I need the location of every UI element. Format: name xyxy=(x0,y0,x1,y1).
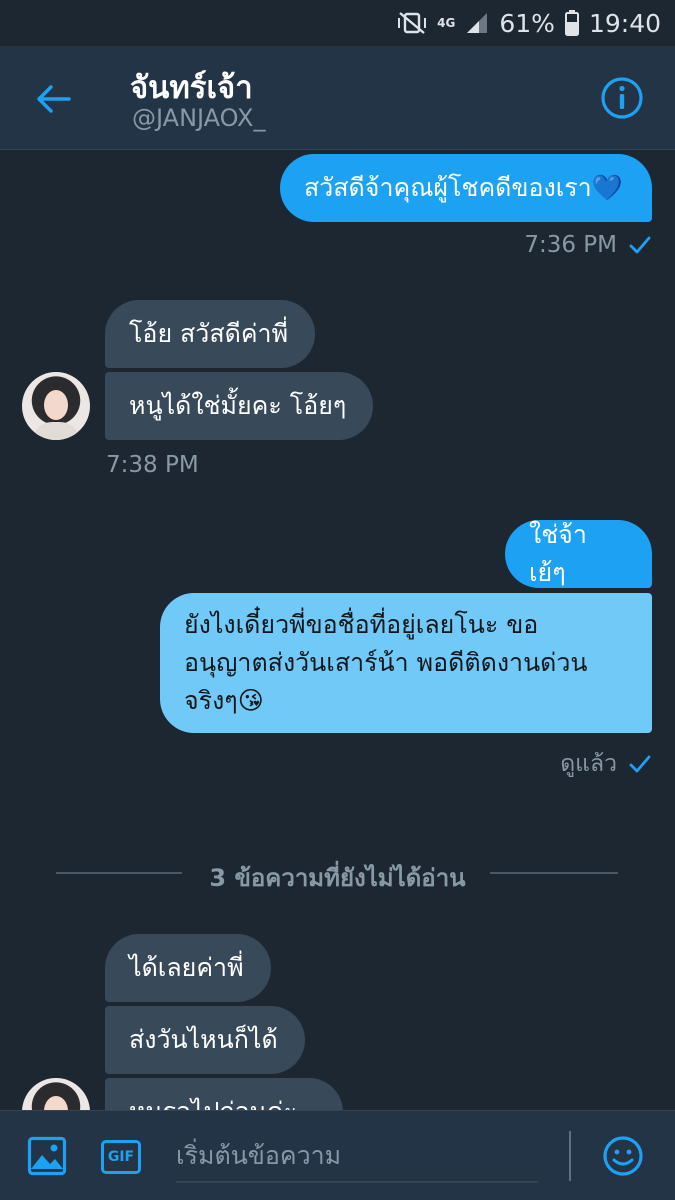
battery-icon xyxy=(564,10,579,36)
battery-percent: 61% xyxy=(499,8,555,38)
message-text: หนูรอไปก่อนค่ะ xyxy=(129,1093,297,1110)
gif-icon: GIF xyxy=(101,1140,141,1174)
incoming-message[interactable]: โอ้ย สวัสดีค่าพี่ xyxy=(105,300,315,368)
smiley-icon xyxy=(603,1136,643,1176)
message-time: 7:36 PM xyxy=(524,232,617,258)
message-text: หนูได้ใช่มั้ยคะ โอ้ยๆ xyxy=(129,391,347,420)
network-type-icon: 4G xyxy=(437,17,455,29)
message-text: ได้เลยค่าพี่ xyxy=(129,953,244,982)
image-icon xyxy=(27,1136,67,1176)
message-text-line: อนุญาตส่งวันเสาร์น้า พอดีติดงานด่วน xyxy=(184,648,588,677)
back-button[interactable] xyxy=(30,76,76,122)
message-meta: 7:36 PM xyxy=(524,232,651,258)
composer-separator xyxy=(569,1131,571,1181)
emoji-button[interactable] xyxy=(602,1135,644,1177)
read-check-icon xyxy=(629,755,651,773)
status-bar: 4G 61% 19:40 xyxy=(0,0,675,46)
message-list[interactable]: สวัสดีจ้าคุณผู้โชคดีของเรา💙 7:36 PM โอ้ย… xyxy=(0,150,675,1110)
vibrate-mute-icon xyxy=(397,10,427,36)
divider-line xyxy=(490,872,618,874)
back-arrow-icon xyxy=(37,85,71,113)
signal-icon xyxy=(465,11,489,35)
read-status: ดูแล้ว xyxy=(560,751,617,777)
clock: 19:40 xyxy=(588,8,661,38)
conversation-info-button[interactable] xyxy=(598,74,646,122)
contact-avatar[interactable] xyxy=(22,372,90,440)
message-input[interactable] xyxy=(176,1129,538,1183)
incoming-message[interactable]: ส่งวันไหนก็ได้ xyxy=(105,1006,305,1074)
message-text: ใช่จ้า เย้ๆ xyxy=(529,520,587,587)
conversation-header: จันทร์เจ้า @JANJAOX_ xyxy=(0,46,675,150)
incoming-message[interactable]: หนูได้ใช่มั้ยคะ โอ้ยๆ xyxy=(105,372,373,440)
add-gif-button[interactable]: GIF xyxy=(100,1137,142,1177)
add-photo-button[interactable] xyxy=(26,1135,68,1177)
message-meta: ดูแล้ว xyxy=(560,746,651,782)
outgoing-message[interactable]: ใช่จ้า เย้ๆ xyxy=(505,520,652,588)
info-icon xyxy=(601,77,643,119)
message-text-line: ยังไงเดี๋ยวพี่ขอชื่อที่อยู่เลยโนะ ขอ xyxy=(184,610,539,639)
network-label: 4G xyxy=(437,16,456,30)
contact-handle: @JANJAOX_ xyxy=(132,104,266,132)
message-text-line: จริงๆ😘 xyxy=(184,686,264,715)
sent-check-icon xyxy=(629,236,651,254)
message-composer: GIF xyxy=(0,1110,675,1200)
unread-divider: 3 ข้อความที่ยังไม่ได้อ่าน xyxy=(209,864,466,892)
incoming-message[interactable]: ได้เลยค่าพี่ xyxy=(105,934,271,1002)
outgoing-message[interactable]: ยังไงเดี๋ยวพี่ขอชื่อที่อยู่เลยโนะ ขอ อนุ… xyxy=(160,593,652,733)
message-text: ส่งวันไหนก็ได้ xyxy=(129,1025,278,1054)
message-meta: 7:38 PM xyxy=(106,452,199,478)
message-time: 7:38 PM xyxy=(106,452,199,478)
outgoing-message[interactable]: สวัสดีจ้าคุณผู้โชคดีของเรา💙 xyxy=(280,154,652,222)
incoming-message[interactable]: หนูรอไปก่อนค่ะ xyxy=(105,1078,343,1110)
message-text: สวัสดีจ้าคุณผู้โชคดีของเรา💙 xyxy=(304,173,623,202)
contact-avatar[interactable] xyxy=(22,1078,90,1110)
message-text: โอ้ย สวัสดีค่าพี่ xyxy=(129,319,289,348)
